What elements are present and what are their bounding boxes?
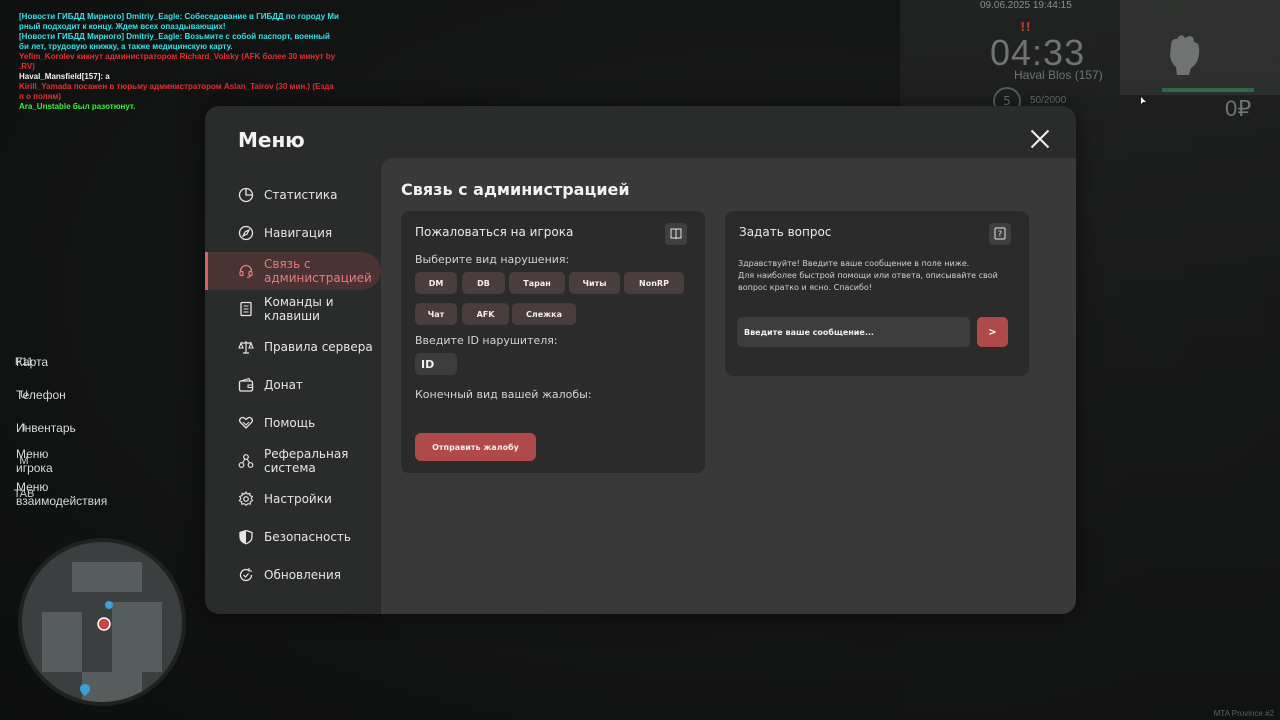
hud-player-name: Haval Blos (157): [1014, 68, 1103, 82]
pie-chart-icon: [238, 187, 254, 203]
keybind-label: Инвентарь: [16, 420, 76, 435]
refresh-check-icon: [239, 568, 253, 582]
chat-line: [Новости ГИБДД Мирного] Dmitriy_Eagle: С…: [19, 12, 339, 31]
keybind-item: I Инвентарь: [10, 411, 76, 444]
sidebar-item-label: Правила сервера: [264, 340, 373, 354]
sidebar-item-navigation[interactable]: Навигация: [205, 214, 381, 252]
hud-health-bar: [1162, 88, 1254, 92]
sidebar-item-rules[interactable]: Правила сервера: [205, 328, 381, 366]
sidebar-item-help[interactable]: Помощь: [205, 404, 381, 442]
svg-text:?: ?: [998, 230, 1002, 239]
sidebar-item-label: Помощь: [264, 416, 316, 430]
page-title: Связь с администрацией: [401, 180, 630, 199]
keybind-item: F11 Карта: [10, 345, 48, 378]
sidebar-item-commands[interactable]: Команды и клавиши: [205, 290, 381, 328]
sidebar-item-donate[interactable]: Донат: [205, 366, 381, 404]
sidebar-item-updates[interactable]: Обновления: [205, 556, 381, 594]
heart-hands-icon: [238, 416, 254, 429]
keybind-label: Карта: [16, 354, 49, 369]
menu-title: Меню: [238, 128, 305, 152]
network-icon: [238, 454, 254, 468]
final-view-label: Конечный вид вашей жалобы:: [415, 388, 592, 401]
sidebar-item-label: Безопасность: [264, 530, 351, 544]
minimap[interactable]: [18, 538, 186, 706]
fist-icon: [1170, 35, 1200, 75]
violation-chip[interactable]: DB: [462, 272, 505, 294]
minimap-building: [72, 562, 142, 592]
hud-money: 0₽: [1225, 96, 1252, 121]
chat-log: [Новости ГИБДД Мирного] Dmitriy_Eagle: С…: [19, 12, 339, 112]
violation-chip[interactable]: AFK: [462, 303, 509, 325]
keybind-label: Меню взаимодействия: [16, 479, 108, 508]
violation-label: Выберите вид нарушения:: [415, 253, 570, 266]
keybind-item: U Телефон: [10, 378, 66, 411]
sidebar-item-label: Обновления: [264, 568, 342, 582]
wallet-icon: [238, 377, 254, 392]
headset-icon: [239, 264, 253, 279]
keybind-label: Телефон: [16, 387, 66, 402]
violation-chip[interactable]: DM: [415, 272, 457, 294]
server-watermark: MTA Province #2: [1213, 709, 1274, 718]
hud-date: 09.06.2025 19:44:15: [980, 0, 1072, 11]
minimap-building: [82, 672, 142, 702]
keybind-label: Меню игрока: [16, 446, 53, 475]
keybind-item: M Меню игрока: [10, 444, 53, 477]
map-pin-icon: [80, 684, 90, 696]
keybind-item: TAB Меню взаимодействия: [10, 477, 108, 510]
sidebar-item-admin-contact[interactable]: Связь с администрацией: [205, 252, 381, 290]
sidebar-item-settings[interactable]: Настройки: [205, 480, 381, 518]
report-card-title: Пожаловаться на игрока: [415, 225, 574, 239]
question-desc-line: Для наиболее быстрой помощи или ответа, …: [738, 271, 998, 292]
menu-content: Связь с администрацией Пожаловаться на и…: [381, 158, 1076, 614]
menu-sidebar: Статистика Навигация Связь с администрац…: [205, 176, 381, 594]
violation-chip[interactable]: Слежка: [512, 303, 576, 325]
gear-icon: [238, 491, 254, 507]
sidebar-item-label: Статистика: [264, 188, 338, 202]
violation-chip[interactable]: Чат: [415, 303, 457, 325]
hud-xp: 50/2000: [1030, 95, 1067, 106]
question-desc-line: Здравствуйте! Введите ваше сообщение в п…: [738, 259, 970, 268]
sidebar-item-label: Связь с администрацией: [264, 257, 372, 285]
book-icon[interactable]: [665, 223, 687, 245]
message-input[interactable]: [737, 317, 970, 347]
sidebar-item-label: Донат: [264, 378, 303, 392]
violation-chip[interactable]: Читы: [569, 272, 620, 294]
violation-chip[interactable]: NonRP: [624, 272, 684, 294]
sidebar-item-security[interactable]: Безопасность: [205, 518, 381, 556]
violation-chip[interactable]: Таран: [509, 272, 565, 294]
sidebar-item-label: Навигация: [264, 226, 333, 240]
id-label: Введите ID нарушителя:: [415, 334, 558, 347]
report-player-card: Пожаловаться на игрока Выберите вид нару…: [401, 211, 705, 473]
chat-line: Kirill_Yamada посажен в тюрьму администр…: [19, 82, 334, 101]
main-menu-window: Меню Статистика Навигация Связь с админи…: [205, 106, 1076, 614]
scales-icon: [238, 341, 254, 354]
map-pin-icon: [105, 601, 113, 609]
sidebar-item-label: Реферальная система: [264, 447, 349, 475]
close-icon[interactable]: [1030, 129, 1050, 149]
minimap-building: [42, 612, 82, 672]
question-card-title: Задать вопрос: [739, 225, 832, 239]
submit-report-button[interactable]: Отправить жалобу: [415, 433, 536, 461]
shield-icon: [239, 529, 253, 545]
question-description: Здравствуйте! Введите ваше сообщение в п…: [738, 258, 1018, 294]
map-pin-icon: [167, 562, 177, 574]
keybind-list: F11 Карта U Телефон I Инвентарь M Меню игрок…: [10, 345, 108, 510]
chat-line: [Новости ГИБДД Мирного] Dmitriy_Eagle: В…: [19, 32, 330, 51]
sidebar-item-label: Настройки: [264, 492, 332, 506]
chat-line: Yefim_Korolev кикнут администратором Ric…: [19, 52, 336, 71]
compass-icon: [238, 225, 254, 241]
cursor-icon: [1141, 97, 1146, 104]
document-icon: [240, 301, 252, 317]
minimap-building: [112, 602, 162, 672]
sidebar-item-referral[interactable]: Реферальная система: [205, 442, 381, 480]
chat-line: Haval_Mansfield[157]: а: [19, 72, 110, 81]
sidebar-item-statistics[interactable]: Статистика: [205, 176, 381, 214]
violator-id-field[interactable]: ID: [415, 353, 457, 375]
send-message-button[interactable]: >: [977, 317, 1008, 347]
player-marker-icon: [97, 617, 111, 631]
sidebar-item-label: Команды и клавиши: [264, 295, 334, 323]
ask-question-card: Задать вопрос ? Здравствуйте! Введите ва…: [725, 211, 1029, 376]
question-icon[interactable]: ?: [989, 223, 1011, 245]
